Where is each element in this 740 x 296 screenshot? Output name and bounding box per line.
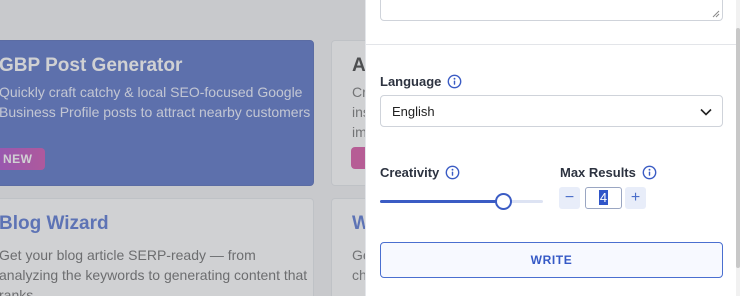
chevron-down-icon xyxy=(700,108,712,116)
max-results-input[interactable]: 4 xyxy=(585,187,622,209)
decrement-button[interactable]: − xyxy=(559,187,580,209)
write-button[interactable]: WRITE xyxy=(380,242,723,278)
info-icon[interactable] xyxy=(445,165,460,180)
settings-panel: Language English Creativity Max Results xyxy=(365,0,740,296)
creativity-slider[interactable] xyxy=(380,193,543,210)
language-label-row: Language xyxy=(380,74,462,89)
panel-scrollbar-thumb[interactable] xyxy=(736,28,740,268)
creativity-slider-fill xyxy=(380,200,504,203)
max-results-label: Max Results xyxy=(560,165,636,180)
info-icon[interactable] xyxy=(642,165,657,180)
language-select-value: English xyxy=(392,104,435,119)
max-results-label-row: Max Results xyxy=(560,165,657,180)
creativity-label: Creativity xyxy=(380,165,440,180)
resize-grip-icon[interactable] xyxy=(712,10,720,18)
panel-scrollbar[interactable] xyxy=(736,0,740,296)
creativity-slider-thumb[interactable] xyxy=(495,193,513,210)
modal-backdrop[interactable] xyxy=(0,0,365,296)
info-icon[interactable] xyxy=(447,74,462,89)
language-select[interactable]: English xyxy=(380,95,723,127)
increment-button[interactable]: + xyxy=(625,187,646,209)
max-results-value: 4 xyxy=(598,190,609,205)
language-label: Language xyxy=(380,74,442,89)
prompt-textarea[interactable] xyxy=(380,0,723,21)
creativity-label-row: Creativity xyxy=(380,165,460,180)
divider xyxy=(366,44,740,45)
